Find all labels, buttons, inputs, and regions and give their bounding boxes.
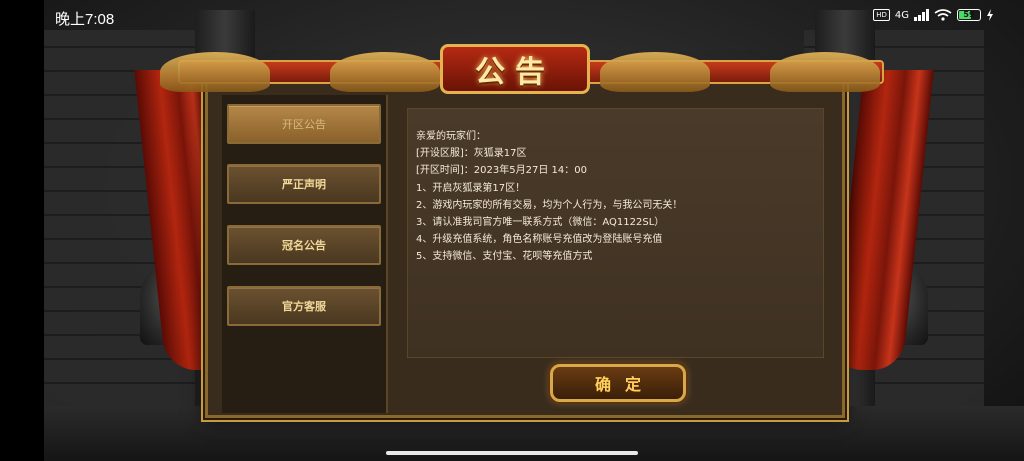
menu-server-open-notice[interactable]: 开区公告 xyxy=(227,104,381,144)
content-line: 4、升级充值系统，角色名称账号充值改为登陆账号充值 xyxy=(416,234,663,245)
content-line: [开设区服]：灰狐录17区 xyxy=(416,148,527,159)
confirm-button-label: 确定 xyxy=(594,375,655,394)
dialog-title-plate: 公告 xyxy=(440,44,590,94)
content-line: 亲爱的玩家们： xyxy=(416,131,486,142)
content-line: 2、游戏内玩家的所有交易，均为个人行为，与我公司无关！ xyxy=(416,200,683,211)
announcement-content: 亲爱的玩家们： [开设区服]：灰狐录17区 [开区时间]：2023年5月27日 … xyxy=(407,108,824,358)
menu-sponsor-notice[interactable]: 冠名公告 xyxy=(227,225,381,265)
menu-solemn-statement[interactable]: 严正声明 xyxy=(227,164,381,204)
dragon-ornament-icon xyxy=(770,52,880,92)
confirm-button[interactable]: 确定 xyxy=(550,364,686,402)
battery-icon: 59 xyxy=(957,9,981,21)
dragon-ornament-icon xyxy=(160,52,270,92)
charging-icon xyxy=(987,9,993,21)
battery-level: 59 xyxy=(963,10,975,19)
content-line: 3、请认准我司官方唯一联系方式（微信：AQ1122SL） xyxy=(416,217,665,228)
dialog-title: 公告 xyxy=(475,55,555,90)
content-line: 1、开启灰狐录第17区！ xyxy=(416,183,526,194)
screen-cutout xyxy=(0,0,44,461)
dragon-ornament-icon xyxy=(600,52,710,92)
signal-icon xyxy=(914,9,929,21)
announcement-menu: 开区公告 严正声明 冠名公告 官方客服 xyxy=(222,95,388,413)
wifi-icon xyxy=(934,9,952,21)
status-time: 晚上7:08 xyxy=(55,11,115,28)
dragon-ornament-icon xyxy=(330,52,440,92)
status-indicators: HD 4G 59 xyxy=(873,9,994,21)
home-indicator[interactable] xyxy=(386,451,638,455)
content-line: 5、支持微信、支付宝、花呗等充值方式 xyxy=(416,251,593,262)
content-line: [开区时间]：2023年5月27日 14：00 xyxy=(416,165,587,176)
hd-icon: HD xyxy=(873,9,890,21)
network-type: 4G xyxy=(894,9,909,21)
menu-official-support[interactable]: 官方客服 xyxy=(227,286,381,326)
